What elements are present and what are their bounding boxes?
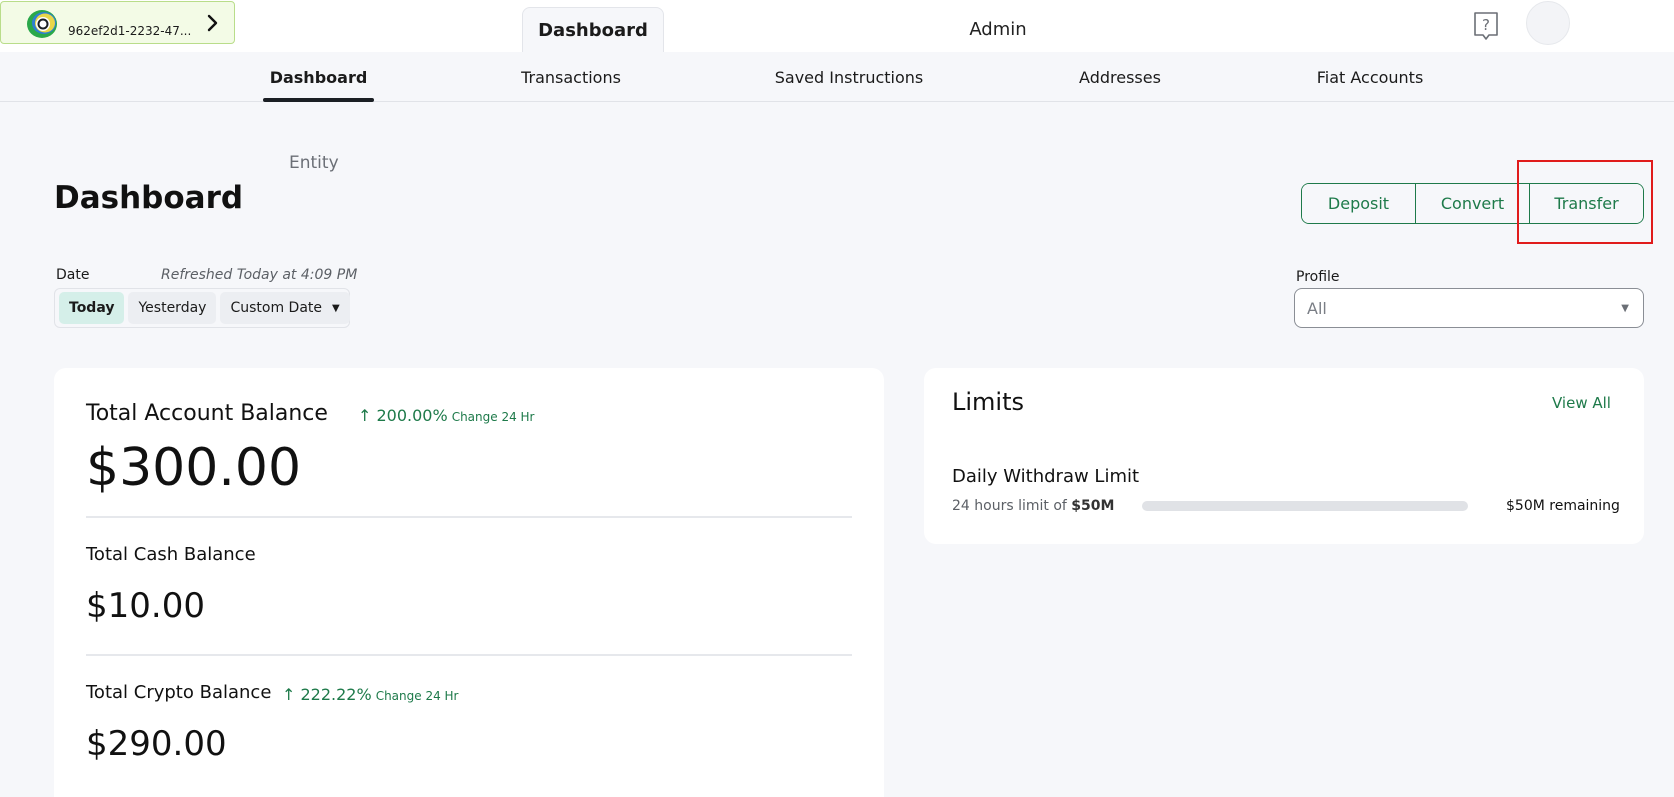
profile-label: Profile [1296, 269, 1340, 285]
subnav-addresses[interactable]: Addresses [1070, 52, 1170, 102]
custom-date-label: Custom Date [230, 300, 322, 316]
arrow-up-icon: ↑ [282, 685, 296, 704]
limit-remaining: $50M remaining [1506, 498, 1620, 514]
custom-date-dropdown[interactable]: Custom Date ▼ [220, 292, 350, 324]
limit-description-prefix: 24 hours limit of [952, 498, 1067, 514]
divider [86, 516, 852, 518]
limit-name: Daily Withdraw Limit [952, 466, 1140, 487]
total-crypto-balance-label: Total Crypto Balance [86, 682, 272, 703]
highlight-box [1517, 160, 1653, 244]
svg-text:?: ? [1482, 16, 1490, 34]
date-yesterday-button[interactable]: Yesterday [128, 292, 217, 324]
total-cash-balance-amount: $10.00 [86, 586, 205, 626]
subnav-fiat-accounts[interactable]: Fiat Accounts [1313, 52, 1427, 102]
help-icon[interactable]: ? [1473, 11, 1499, 41]
brand-logo-icon [27, 10, 57, 38]
tab-admin[interactable]: Admin [950, 7, 1046, 52]
total-account-change: ↑ 200.00% Change 24 Hr [358, 406, 535, 425]
entity-switcher[interactable]: 962ef2d1-2232-47... [0, 1, 235, 44]
subnav-saved-instructions[interactable]: Saved Instructions [773, 52, 925, 102]
view-all-link[interactable]: View All [1552, 394, 1611, 412]
profile-select[interactable]: All ▼ [1294, 288, 1644, 328]
total-account-balance-amount: $300.00 [86, 438, 302, 498]
total-crypto-balance-amount: $290.00 [86, 724, 227, 764]
total-crypto-change: ↑ 222.22% Change 24 Hr [282, 685, 459, 704]
limit-progress-bar [1142, 501, 1468, 511]
entity-label: Entity [289, 153, 339, 173]
sub-navigation: Dashboard Transactions Saved Instruction… [0, 52, 1674, 102]
subnav-dashboard[interactable]: Dashboard [263, 52, 374, 102]
profile-select-value: All [1307, 299, 1327, 318]
divider [86, 654, 852, 656]
caret-down-icon: ▼ [332, 302, 340, 314]
chevron-right-icon[interactable] [206, 12, 220, 34]
refreshed-timestamp: Refreshed Today at 4:09 PM [161, 267, 358, 283]
limit-description: 24 hours limit of $50M [952, 498, 1114, 514]
avatar[interactable] [1526, 1, 1570, 45]
total-account-balance-label: Total Account Balance [86, 401, 328, 426]
deposit-button[interactable]: Deposit [1302, 184, 1416, 223]
total-crypto-change-value: 222.22% [300, 685, 372, 704]
caret-down-icon: ▼ [1621, 303, 1629, 314]
date-label: Date [56, 267, 90, 283]
arrow-up-icon: ↑ [358, 406, 372, 425]
subnav-transactions[interactable]: Transactions [510, 52, 632, 102]
total-account-change-value: 200.00% [376, 406, 448, 425]
date-filter: Today Yesterday Custom Date ▼ [54, 288, 350, 328]
tab-dashboard[interactable]: Dashboard [522, 7, 664, 52]
limits-card: Limits View All Daily Withdraw Limit 24 … [924, 368, 1644, 544]
date-today-button[interactable]: Today [59, 292, 125, 324]
limit-amount: $50M [1071, 498, 1115, 514]
page-title: Dashboard [54, 180, 244, 216]
top-bar: 962ef2d1-2232-47... Dashboard Admin ? [0, 0, 1674, 52]
total-crypto-change-note: Change 24 Hr [375, 689, 459, 703]
entity-id: 962ef2d1-2232-47... [68, 24, 192, 38]
total-cash-balance-label: Total Cash Balance [86, 544, 256, 565]
total-account-change-note: Change 24 Hr [451, 410, 535, 424]
convert-button[interactable]: Convert [1416, 184, 1530, 223]
balance-card: Total Account Balance ↑ 200.00% Change 24… [54, 368, 884, 797]
limits-title: Limits [952, 388, 1024, 416]
